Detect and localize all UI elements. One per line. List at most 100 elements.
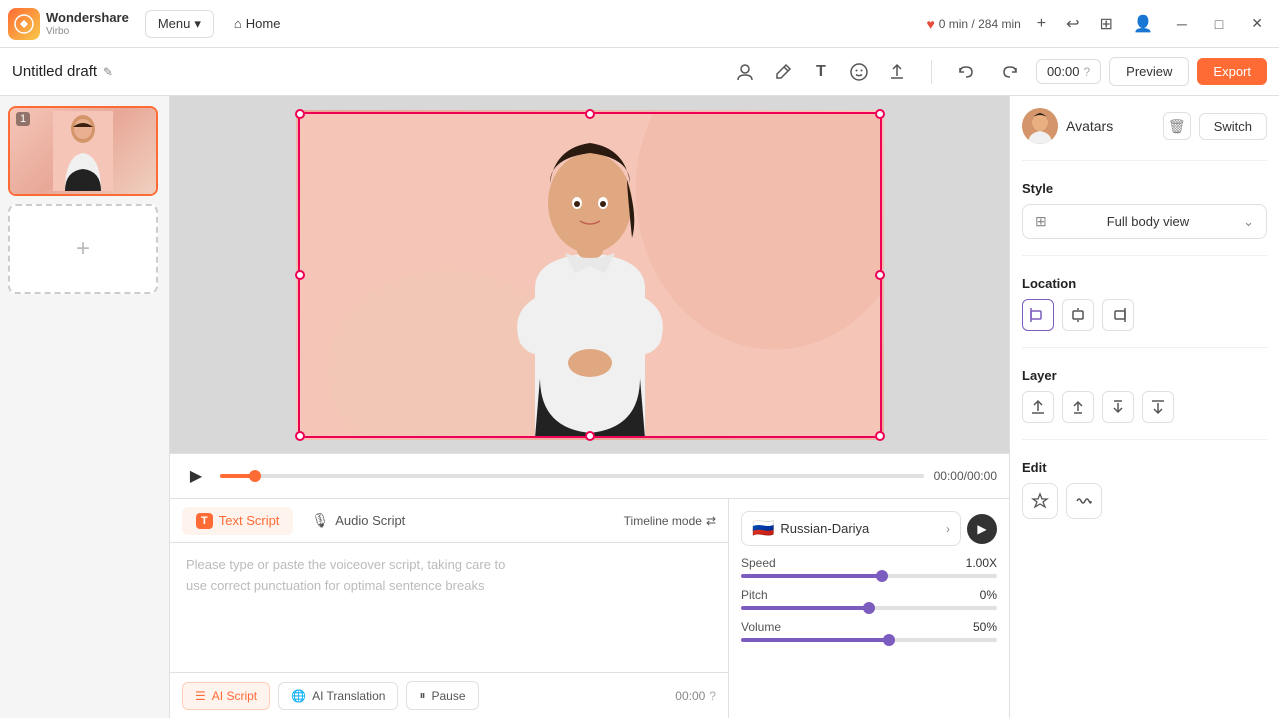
script-body[interactable]: Please type or paste the voiceover scrip… [170, 543, 728, 672]
style-chevron-icon: ⌄ [1243, 214, 1254, 230]
file-title-text: Untitled draft [12, 63, 97, 80]
align-left-button[interactable] [1022, 299, 1054, 331]
play-button[interactable]: ▶ [182, 462, 210, 490]
pitch-slider[interactable] [741, 606, 997, 610]
speed-value: 1.00X [966, 556, 997, 570]
ai-translation-icon: 🌐 [291, 689, 306, 703]
play-voice-button[interactable]: ▶ [967, 514, 997, 544]
progress-track[interactable] [220, 474, 924, 478]
add-slide-button[interactable]: + [8, 204, 158, 294]
heart-icon: ♥ [926, 16, 934, 32]
volume-label: Volume [741, 620, 781, 634]
home-button[interactable]: ⌂ Home [222, 11, 293, 36]
add-button[interactable]: + [1033, 11, 1050, 37]
history-button[interactable]: ↩ [1062, 10, 1083, 38]
right-panel: Avatars 🗑 Switch Style ⊞ Full body view … [1009, 96, 1279, 718]
voice-settings: 🇷🇺 Russian-Dariya › ▶ Speed 1.00X [729, 499, 1009, 718]
voice-selector[interactable]: 🇷🇺 Russian-Dariya › [741, 511, 961, 546]
delete-avatar-button[interactable]: 🗑 [1163, 112, 1191, 140]
canvas-content [296, 110, 884, 440]
pitch-value: 0% [980, 588, 997, 602]
speed-param: Speed 1.00X [741, 556, 997, 578]
speed-slider[interactable] [741, 574, 997, 578]
slides-panel: 1 + [0, 96, 170, 718]
toolbar: Untitled draft ✎ T 00:00 ? Preview Expor… [0, 48, 1279, 96]
avatar-label: Avatars [1066, 118, 1155, 134]
edit-wave-button[interactable] [1066, 483, 1102, 519]
script-placeholder: Please type or paste the voiceover scrip… [186, 555, 712, 597]
progress-thumb[interactable] [249, 470, 261, 482]
maximize-button[interactable]: □ [1207, 12, 1231, 36]
logo-text: Wondershare Virbo [46, 10, 129, 37]
edit-crop-button[interactable] [1022, 483, 1058, 519]
preview-button[interactable]: Preview [1109, 57, 1189, 86]
brush-tool-button[interactable] [765, 54, 801, 90]
edit-title-icon[interactable]: ✎ [103, 65, 113, 79]
script-timer-help[interactable]: ? [709, 689, 716, 703]
layer-to-bottom-button[interactable] [1142, 391, 1174, 423]
avatar-header: Avatars 🗑 Switch [1022, 108, 1267, 144]
ai-script-icon: ☰ [195, 689, 206, 703]
tab-audio-script[interactable]: 🎙 Audio Script [297, 506, 419, 535]
account-button[interactable]: 👤 [1129, 10, 1157, 38]
align-center-button[interactable] [1062, 299, 1094, 331]
layer-up-button[interactable] [1062, 391, 1094, 423]
close-button[interactable]: ✕ [1243, 11, 1271, 36]
canvas-viewport[interactable] [170, 96, 1009, 453]
ai-translation-button[interactable]: 🌐 AI Translation [278, 682, 398, 710]
undo-button[interactable] [948, 54, 984, 90]
style-section: Style ⊞ Full body view ⌄ [1022, 177, 1267, 239]
pitch-thumb[interactable] [863, 602, 875, 614]
style-select[interactable]: ⊞ Full body view ⌄ [1022, 204, 1267, 239]
voice-chevron-icon: › [946, 522, 950, 536]
divider-3 [1022, 347, 1267, 348]
logo-icon [8, 8, 40, 40]
upload-tool-button[interactable] [879, 54, 915, 90]
text-tool-button[interactable]: T [803, 54, 839, 90]
topbar: Wondershare Virbo Menu ▾ ⌂ Home ♥ 0 min … [0, 0, 1279, 48]
main-area: 1 + [0, 96, 1279, 718]
menu-button[interactable]: Menu ▾ [145, 10, 214, 38]
volume-value: 50% [973, 620, 997, 634]
minimize-button[interactable]: ─ [1169, 12, 1195, 36]
redo-button[interactable] [992, 54, 1028, 90]
speed-label: Speed [741, 556, 776, 570]
volume-param: Volume 50% [741, 620, 997, 642]
canvas-column: ▶ 00:00/00:00 T Text Script 🎙 Audio Scri… [170, 96, 1009, 718]
switch-avatar-button[interactable]: Switch [1199, 113, 1267, 140]
style-section-title: Style [1022, 181, 1267, 196]
text-script-icon: T [196, 513, 213, 529]
timeline-mode-toggle[interactable]: Timeline mode ⇄ [624, 514, 716, 528]
location-section: Location [1022, 272, 1267, 331]
slide-item[interactable]: 1 [8, 106, 158, 196]
layer-to-top-button[interactable] [1022, 391, 1054, 423]
audio-script-icon: 🎙 [311, 512, 329, 529]
pitch-param: Pitch 0% [741, 588, 997, 610]
style-select-icon: ⊞ [1035, 213, 1047, 230]
divider-2 [1022, 255, 1267, 256]
layout-button[interactable]: ⊞ [1096, 10, 1117, 38]
timeline-mode-icon: ⇄ [706, 514, 716, 528]
slide-number: 1 [16, 112, 30, 126]
ai-script-button[interactable]: ☰ AI Script [182, 682, 270, 710]
volume-thumb[interactable] [883, 634, 895, 646]
timeline-bar: ▶ 00:00/00:00 [170, 453, 1009, 498]
layer-down-button[interactable] [1102, 391, 1134, 423]
script-timer: 00:00 ? [675, 689, 716, 703]
duration-timer: 00:00 ? [1036, 59, 1101, 84]
tool-buttons: T [727, 54, 915, 90]
edit-section: Edit [1022, 456, 1267, 519]
tab-text-script[interactable]: T Text Script [182, 507, 293, 535]
emoji-tool-button[interactable] [841, 54, 877, 90]
pause-button[interactable]: ⏸ Pause [406, 681, 478, 710]
voice-flag: 🇷🇺 [752, 518, 774, 539]
timer-help-icon[interactable]: ? [1083, 65, 1090, 79]
speed-thumb[interactable] [876, 570, 888, 582]
volume-slider[interactable] [741, 638, 997, 642]
avatar-tool-button[interactable] [727, 54, 763, 90]
layer-section-title: Layer [1022, 368, 1267, 383]
export-button[interactable]: Export [1197, 58, 1267, 85]
align-right-button[interactable] [1102, 299, 1134, 331]
speed-fill [741, 574, 882, 578]
divider-4 [1022, 439, 1267, 440]
